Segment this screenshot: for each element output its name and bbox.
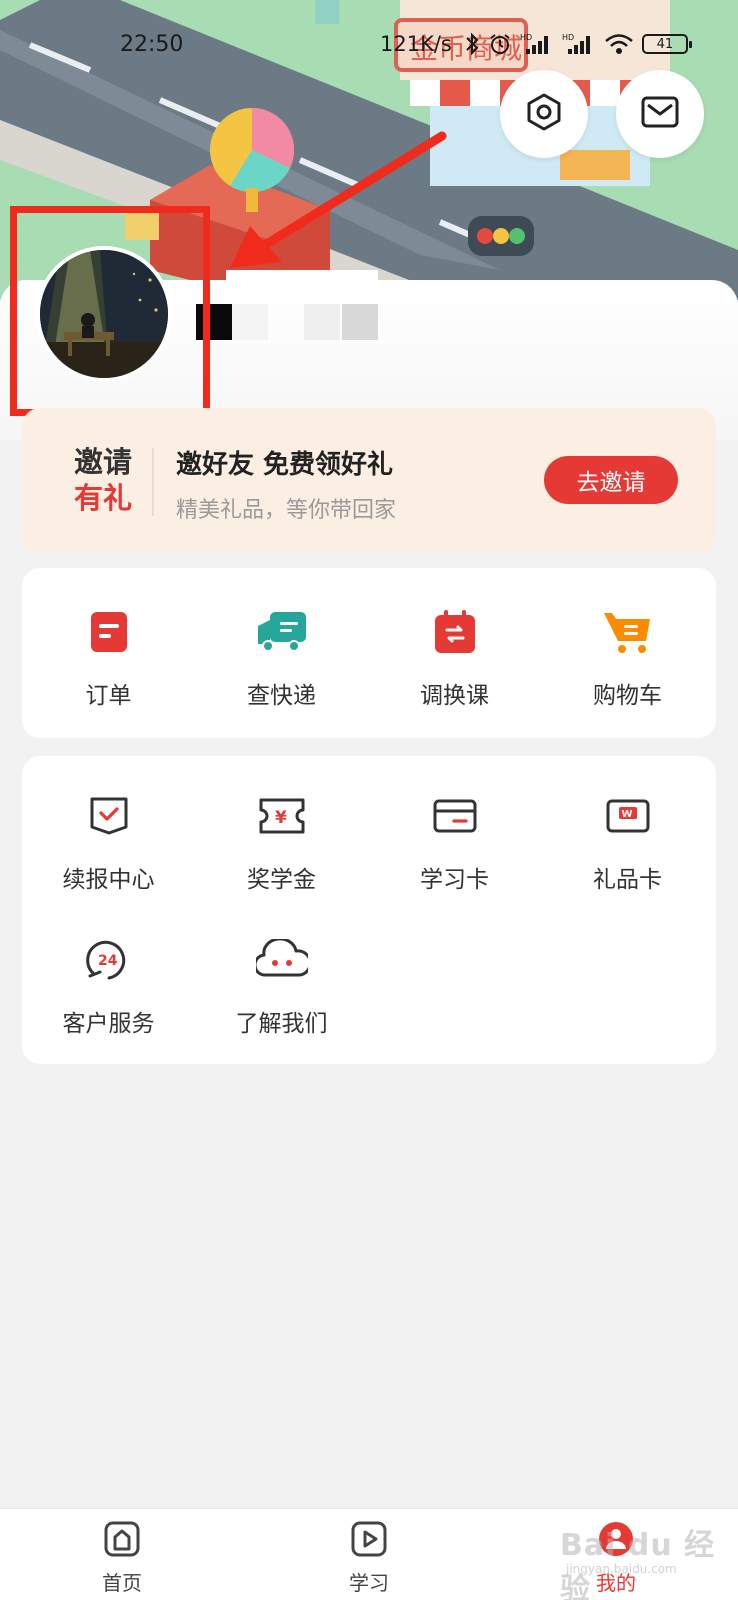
wifi-icon xyxy=(604,32,634,56)
grid-item-about-us[interactable]: 了解我们 xyxy=(195,930,368,1038)
grid-item-swap-course[interactable]: 调换课 xyxy=(368,602,541,710)
signal-hd-icon: HD xyxy=(520,32,554,56)
battery-indicator: 41 xyxy=(641,34,692,54)
status-time: 22:50 xyxy=(120,31,184,57)
grid-item-scholarship[interactable]: ¥ 奖学金 xyxy=(195,786,368,894)
grid-item-order[interactable]: 订单 xyxy=(22,602,195,710)
alarm-icon xyxy=(488,32,512,56)
about-us-icon xyxy=(252,930,312,990)
truck-icon xyxy=(252,602,312,662)
gift-card-icon: W xyxy=(598,786,658,846)
grid-label: 续报中心 xyxy=(62,867,155,893)
nav-label: 首页 xyxy=(102,1571,142,1595)
grid-label: 了解我们 xyxy=(235,1011,328,1037)
study-card-icon xyxy=(425,786,485,846)
bluetooth-icon xyxy=(464,32,480,56)
grid-item-support[interactable]: 24 客户服务 xyxy=(22,930,195,1038)
nav-item-study[interactable]: 学习 xyxy=(309,1519,429,1596)
grid-item-study-card[interactable]: 学习卡 xyxy=(368,786,541,894)
nav-item-home[interactable]: 首页 xyxy=(62,1519,182,1596)
play-icon xyxy=(349,1519,389,1563)
support-24-icon: 24 xyxy=(79,930,139,990)
orders-card: 订单 查快递 调换课 购物车 xyxy=(22,568,716,738)
watermark: Bai du 经验 xyxy=(560,1528,716,1600)
grid-item-renew[interactable]: 续报中心 xyxy=(22,786,195,894)
signal-hd-icon-2: HD xyxy=(562,32,596,56)
invite-title: 邀好友 免费领好礼 xyxy=(176,450,394,480)
invite-button[interactable]: 去邀请 xyxy=(544,456,678,504)
annotation-arrow-icon xyxy=(230,131,447,268)
svg-text:24: 24 xyxy=(98,953,118,969)
grid-label: 查快递 xyxy=(247,683,316,709)
watermark-sub: jingyan.baidu.com xyxy=(566,1562,677,1576)
svg-text:W: W xyxy=(621,809,632,820)
grid-label: 调换课 xyxy=(420,683,489,709)
invite-banner[interactable]: 邀请 有礼 邀好友 免费领好礼 精美礼品，等你带回家 去邀请 xyxy=(22,408,716,552)
nav-label: 学习 xyxy=(349,1571,389,1595)
grid-label: 订单 xyxy=(85,683,132,709)
grid-label: 客户服务 xyxy=(62,1011,155,1037)
grid-label: 奖学金 xyxy=(247,867,316,893)
grid-item-express[interactable]: 查快递 xyxy=(195,602,368,710)
svg-text:HD: HD xyxy=(562,33,574,42)
messages-button[interactable] xyxy=(616,70,704,158)
order-icon xyxy=(79,602,139,662)
profile-page: 金币商城 22:50 121K/s HD HD 41 邀请 有礼 邀好友 免费领… xyxy=(0,0,738,1600)
scholarship-icon: ¥ xyxy=(252,786,312,846)
mail-icon xyxy=(640,95,680,133)
invite-divider xyxy=(152,448,154,516)
grid-item-cart[interactable]: 购物车 xyxy=(541,602,714,710)
annotation-highlight-box xyxy=(10,206,210,416)
invite-subtitle: 精美礼品，等你带回家 xyxy=(176,498,397,523)
grid-label: 学习卡 xyxy=(420,867,489,893)
renew-icon xyxy=(79,786,139,846)
grid-item-gift-card[interactable]: W 礼品卡 xyxy=(541,786,714,894)
grid-label: 礼品卡 xyxy=(593,867,662,893)
swap-course-icon xyxy=(425,602,485,662)
invite-logo: 邀请 有礼 xyxy=(70,444,136,516)
invite-logo-line1: 邀请 xyxy=(73,445,132,479)
network-speed: 121K/s xyxy=(380,32,452,56)
settings-hexagon-icon xyxy=(524,92,564,136)
status-bar: 22:50 121K/s HD HD 41 xyxy=(0,24,738,64)
svg-text:HD: HD xyxy=(520,33,532,42)
settings-button[interactable] xyxy=(500,70,588,158)
username-redacted xyxy=(196,270,378,344)
cart-icon xyxy=(598,602,658,662)
home-icon xyxy=(102,1519,142,1563)
svg-text:¥: ¥ xyxy=(275,808,287,828)
services-card: 续报中心 ¥ 奖学金 学习卡 W 礼品卡 24 客户服务 了解我们 xyxy=(22,756,716,1064)
grid-label: 购物车 xyxy=(593,683,662,709)
invite-logo-line2: 有礼 xyxy=(73,481,132,515)
